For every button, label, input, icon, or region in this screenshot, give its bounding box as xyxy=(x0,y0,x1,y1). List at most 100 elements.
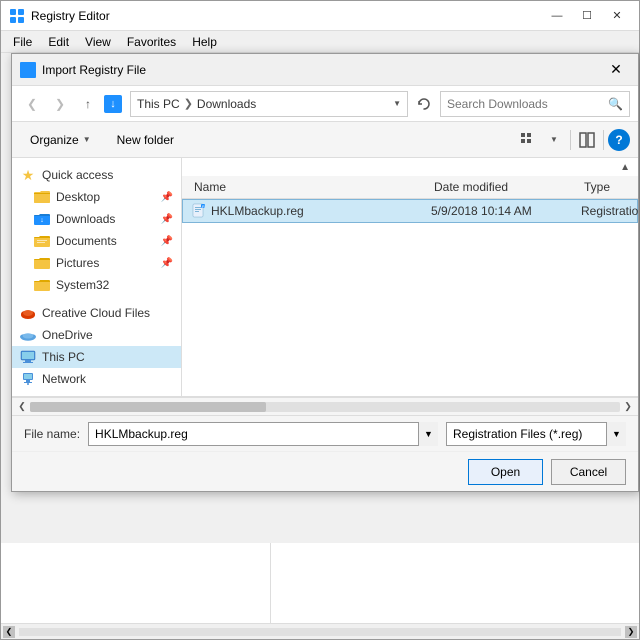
filename-dropdown-button[interactable]: ▼ xyxy=(418,422,438,446)
sidebar-item-quick-access[interactable]: ★ Quick access xyxy=(12,164,181,186)
filetype-select[interactable]: Registration Files (*.reg) All Files (*.… xyxy=(446,422,626,446)
column-headers: Name Date modified Type xyxy=(182,176,638,199)
sidebar-item-system32[interactable]: System32 xyxy=(12,274,181,296)
window-title: Registry Editor xyxy=(31,9,543,23)
sidebar-item-onedrive[interactable]: OneDrive xyxy=(12,324,181,346)
dialog-title-bar: Import Registry File ✕ xyxy=(12,54,638,86)
forward-button[interactable]: ❯ xyxy=(48,92,72,116)
minimize-button[interactable]: — xyxy=(543,6,571,26)
table-row[interactable]: R HKLMbackup.reg 5/9/2018 10:14 AM Regis… xyxy=(182,199,638,223)
dialog-close-button[interactable]: ✕ xyxy=(602,59,630,81)
documents-label: Documents xyxy=(56,234,155,248)
col-header-date[interactable]: Date modified xyxy=(430,178,580,196)
menu-bar: File Edit View Favorites Help xyxy=(1,31,639,53)
view-controls: ▼ ? xyxy=(516,128,630,152)
documents-folder-icon xyxy=(34,233,50,249)
sidebar-item-creative-cloud[interactable]: Creative Cloud Files xyxy=(12,302,181,324)
app-icon xyxy=(9,8,25,24)
organize-label: Organize xyxy=(30,133,79,147)
col-header-name[interactable]: Name xyxy=(190,178,430,196)
reg-file-icon: R xyxy=(191,203,207,219)
pictures-label: Pictures xyxy=(56,256,155,270)
svg-text:R: R xyxy=(202,204,205,209)
path-this-pc[interactable]: This PC xyxy=(137,97,180,111)
creative-cloud-label: Creative Cloud Files xyxy=(42,306,173,320)
pictures-folder-icon xyxy=(34,255,50,271)
address-dropdown-icon: ▼ xyxy=(393,99,401,108)
pin-icon-pictures: 📌 xyxy=(161,258,173,269)
sort-indicator: ▲ xyxy=(182,158,638,176)
dialog-title: Import Registry File xyxy=(42,63,602,77)
this-pc-icon xyxy=(20,349,36,365)
search-input[interactable] xyxy=(447,97,608,111)
title-bar: Registry Editor — ☐ ✕ xyxy=(1,1,639,31)
search-icon: 🔍 xyxy=(608,97,623,111)
sidebar-item-pictures[interactable]: Pictures 📌 xyxy=(12,252,181,274)
open-button[interactable]: Open xyxy=(468,459,543,485)
system32-folder-icon xyxy=(34,277,50,293)
toolbar: Organize ▼ New folder xyxy=(12,122,638,158)
bottom-scrollbar[interactable]: ❮ ❯ xyxy=(1,623,639,639)
quick-access-label: Quick access xyxy=(42,168,173,182)
view-options-button[interactable] xyxy=(516,128,540,152)
menu-favorites[interactable]: Favorites xyxy=(119,33,184,51)
address-bar[interactable]: This PC ❯ Downloads ▼ xyxy=(130,91,408,117)
registry-background: ❮ ❯ xyxy=(1,543,639,639)
onedrive-label: OneDrive xyxy=(42,328,173,342)
sidebar-item-desktop[interactable]: Desktop 📌 xyxy=(12,186,181,208)
filetype-select-container: Registration Files (*.reg) All Files (*.… xyxy=(446,422,626,446)
scroll-right-button[interactable]: ❯ xyxy=(620,399,636,415)
search-box[interactable]: 🔍 xyxy=(440,91,630,117)
desktop-label: Desktop xyxy=(56,190,155,204)
scrollbar-track[interactable] xyxy=(30,402,620,412)
folder-icon xyxy=(34,189,50,205)
maximize-button[interactable]: ☐ xyxy=(573,6,601,26)
dialog-backdrop: Import Registry File ✕ ❮ ❯ ↑ ↓ This PC ❯… xyxy=(1,53,639,639)
cancel-button[interactable]: Cancel xyxy=(551,459,626,485)
refresh-button[interactable] xyxy=(412,92,436,116)
horizontal-scrollbar[interactable]: ❮ ❯ xyxy=(12,397,638,415)
file-list: R HKLMbackup.reg 5/9/2018 10:14 AM Regis… xyxy=(182,199,638,396)
file-name: HKLMbackup.reg xyxy=(211,204,431,218)
star-icon: ★ xyxy=(20,167,36,183)
up-button[interactable]: ↑ xyxy=(76,92,100,116)
organize-button[interactable]: Organize ▼ xyxy=(20,128,101,152)
sidebar-item-downloads[interactable]: ↓ Downloads 📌 xyxy=(12,208,181,230)
system32-label: System32 xyxy=(56,278,173,292)
col-header-type[interactable]: Type xyxy=(580,178,630,196)
new-folder-label: New folder xyxy=(117,133,174,147)
organize-dropdown-icon: ▼ xyxy=(83,135,91,144)
menu-view[interactable]: View xyxy=(77,33,119,51)
navigation-panel: ★ Quick access Desktop xyxy=(12,158,182,396)
path-separator-1: ❯ xyxy=(184,97,193,110)
menu-file[interactable]: File xyxy=(5,33,40,51)
menu-help[interactable]: Help xyxy=(184,33,225,51)
pin-icon: 📌 xyxy=(161,192,173,203)
sidebar-item-network[interactable]: Network xyxy=(12,368,181,390)
new-folder-button[interactable]: New folder xyxy=(107,128,184,152)
path-downloads[interactable]: Downloads xyxy=(197,97,256,111)
downloads-folder-icon: ↓ xyxy=(34,211,50,227)
creative-cloud-icon xyxy=(20,305,36,321)
navigation-bar: ❮ ❯ ↑ ↓ This PC ❯ Downloads ▼ xyxy=(12,86,638,122)
main-content-area: ★ Quick access Desktop xyxy=(12,158,638,397)
sidebar-item-documents[interactable]: Documents 📌 xyxy=(12,230,181,252)
dialog-icon xyxy=(20,62,36,78)
this-pc-label: This PC xyxy=(42,350,173,364)
preview-pane-button[interactable] xyxy=(575,128,599,152)
help-button[interactable]: ? xyxy=(608,129,630,151)
back-button[interactable]: ❮ xyxy=(20,92,44,116)
file-date: 5/9/2018 10:14 AM xyxy=(431,204,581,218)
network-icon xyxy=(20,371,36,387)
scroll-left-button[interactable]: ❮ xyxy=(14,399,30,415)
pin-icon-downloads: 📌 xyxy=(161,214,173,225)
menu-edit[interactable]: Edit xyxy=(40,33,77,51)
file-panel: ▲ Name Date modified Type xyxy=(182,158,638,396)
window-controls: — ☐ ✕ xyxy=(543,6,631,26)
sidebar-item-this-pc[interactable]: This PC xyxy=(12,346,181,368)
file-type: Registration xyxy=(581,204,638,218)
view-dropdown-button[interactable]: ▼ xyxy=(542,128,566,152)
close-button[interactable]: ✕ xyxy=(603,6,631,26)
scrollbar-thumb[interactable] xyxy=(30,402,266,412)
filename-input[interactable] xyxy=(88,422,438,446)
